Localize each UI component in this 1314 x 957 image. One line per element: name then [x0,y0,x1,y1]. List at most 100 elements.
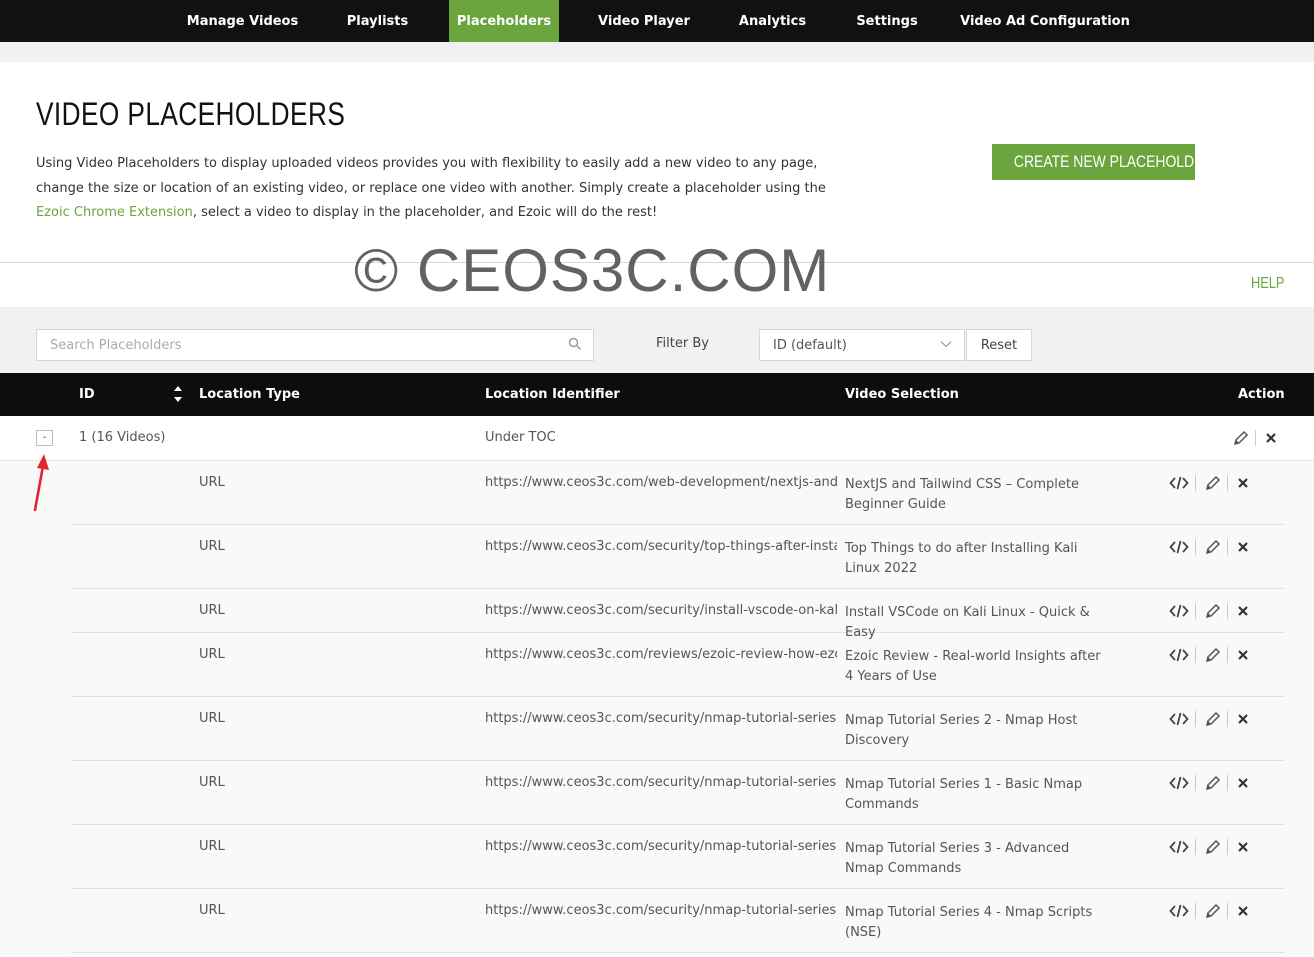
location-url-cell: https://www.ceos3c.com/security/nmap-tut… [485,775,837,790]
table-row: URL https://www.ceos3c.com/security/nmap… [71,761,1284,825]
table-row: URL https://www.ceos3c.com/security/inst… [71,589,1284,640]
location-type-cell: URL [199,539,225,554]
location-url-cell: https://www.ceos3c.com/security/nmap-tut… [485,839,837,854]
tab-manage-videos[interactable]: Manage Videos [180,0,305,42]
action-separator [1227,647,1228,663]
collapse-toggle-button[interactable]: - [36,430,53,446]
action-separator [1195,475,1196,491]
action-separator [1227,775,1228,791]
delete-icon[interactable] [1233,709,1253,729]
top-nav: Manage Videos Playlists Placeholders Vid… [0,0,1314,42]
action-separator [1227,539,1228,555]
video-selection-cell: Top Things to do after Installing Kali L… [845,541,1078,576]
delete-icon[interactable] [1233,537,1253,557]
location-type-cell: URL [199,775,225,790]
filter-by-value: ID (default) [773,338,847,353]
row-actions [1167,709,1257,729]
location-url-cell: https://www.ceos3c.com/security/nmap-tut… [485,711,837,726]
edit-icon[interactable] [1203,837,1223,857]
row-actions [1167,837,1257,857]
action-separator [1195,711,1196,727]
tab-settings[interactable]: Settings [848,0,926,42]
column-header-id[interactable]: ID [79,387,95,402]
column-header-action: Action [1238,387,1285,402]
row-actions [1167,537,1257,557]
action-separator [1227,839,1228,855]
search-input[interactable] [36,329,594,361]
edit-icon[interactable] [1203,709,1223,729]
intro-text-tail: , select a video to display in the place… [192,205,658,220]
create-new-placeholder-label: CREATE NEW PLACEHOLDER [1013,152,1214,171]
table-header: ID Location Type Location Identifier Vid… [0,373,1314,416]
sort-icon[interactable] [172,384,184,404]
ezoic-chrome-extension-link[interactable]: Ezoic Chrome Extension [36,205,193,220]
action-separator [1227,475,1228,491]
column-header-location-identifier: Location Identifier [485,387,620,402]
edit-icon[interactable] [1203,645,1223,665]
delete-icon[interactable] [1233,837,1253,857]
edit-icon[interactable] [1203,601,1223,621]
chevron-down-icon [940,341,952,348]
intro-text-body: Using Video Placeholders to display uplo… [36,156,826,196]
table-row: URL https://www.ceos3c.com/security/nmap… [71,825,1284,889]
embed-code-icon[interactable] [1169,901,1189,921]
embed-code-icon[interactable] [1169,645,1189,665]
embed-code-icon[interactable] [1169,709,1189,729]
column-header-video-selection: Video Selection [845,387,959,402]
delete-icon[interactable] [1233,773,1253,793]
tab-playlists[interactable]: Playlists [335,0,420,42]
action-separator [1195,539,1196,555]
edit-icon[interactable] [1231,428,1251,448]
embed-code-icon[interactable] [1169,601,1189,621]
row-actions [1167,645,1257,665]
help-link[interactable]: HELP [1251,275,1284,293]
edit-icon[interactable] [1203,901,1223,921]
tab-video-player[interactable]: Video Player [590,0,698,42]
video-selection-cell: Ezoic Review - Real-world Insights after… [845,649,1101,684]
table-row: URL https://www.ceos3c.com/reviews/ezoic… [71,633,1284,697]
tab-placeholders[interactable]: Placeholders [449,0,559,42]
group-id: 1 (16 Videos) [79,430,166,445]
embed-code-icon[interactable] [1169,473,1189,493]
action-separator [1227,711,1228,727]
tab-video-ad-configuration[interactable]: Video Ad Configuration [960,0,1130,42]
create-new-placeholder-button[interactable]: CREATE NEW PLACEHOLDER [992,144,1213,180]
location-type-cell: URL [199,711,225,726]
watermark: © CEOS3C.COM [354,237,831,304]
delete-icon[interactable] [1233,645,1253,665]
location-type-cell: URL [199,839,225,854]
delete-icon[interactable] [1261,428,1281,448]
embed-code-icon[interactable] [1169,773,1189,793]
column-header-location-type: Location Type [199,387,300,402]
search-icon[interactable] [568,337,582,351]
table-row: URL https://www.ceos3c.com/security/nmap… [71,889,1284,953]
location-url-cell: https://www.ceos3c.com/web-development/n… [485,475,837,490]
intro-text: Using Video Placeholders to display uplo… [36,152,836,226]
video-selection-cell: NextJS and Tailwind CSS – Complete Begin… [845,477,1079,512]
action-separator [1255,430,1256,446]
table-row: URL https://www.ceos3c.com/web-developme… [71,461,1284,525]
edit-icon[interactable] [1203,473,1223,493]
group-location-identifier: Under TOC [485,430,556,445]
header-spacer [0,42,1314,62]
delete-icon[interactable] [1233,473,1253,493]
row-actions [1167,473,1257,493]
filter-by-select[interactable]: ID (default) [759,329,965,361]
edit-icon[interactable] [1203,537,1223,557]
row-actions [1167,601,1257,621]
delete-icon[interactable] [1233,601,1253,621]
action-separator [1227,603,1228,619]
embed-code-icon[interactable] [1169,837,1189,857]
delete-icon[interactable] [1233,901,1253,921]
tab-analytics[interactable]: Analytics [730,0,815,42]
video-selection-cell: Nmap Tutorial Series 4 - Nmap Scripts (N… [845,905,1093,940]
action-separator [1195,839,1196,855]
embed-code-icon[interactable] [1169,537,1189,557]
action-separator [1195,603,1196,619]
location-type-cell: URL [199,603,225,618]
edit-icon[interactable] [1203,773,1223,793]
reset-button[interactable]: Reset [966,329,1032,361]
location-url-cell: https://www.ceos3c.com/reviews/ezoic-rev… [485,647,837,662]
action-separator [1195,647,1196,663]
table-row: URL https://www.ceos3c.com/security/top-… [71,525,1284,589]
